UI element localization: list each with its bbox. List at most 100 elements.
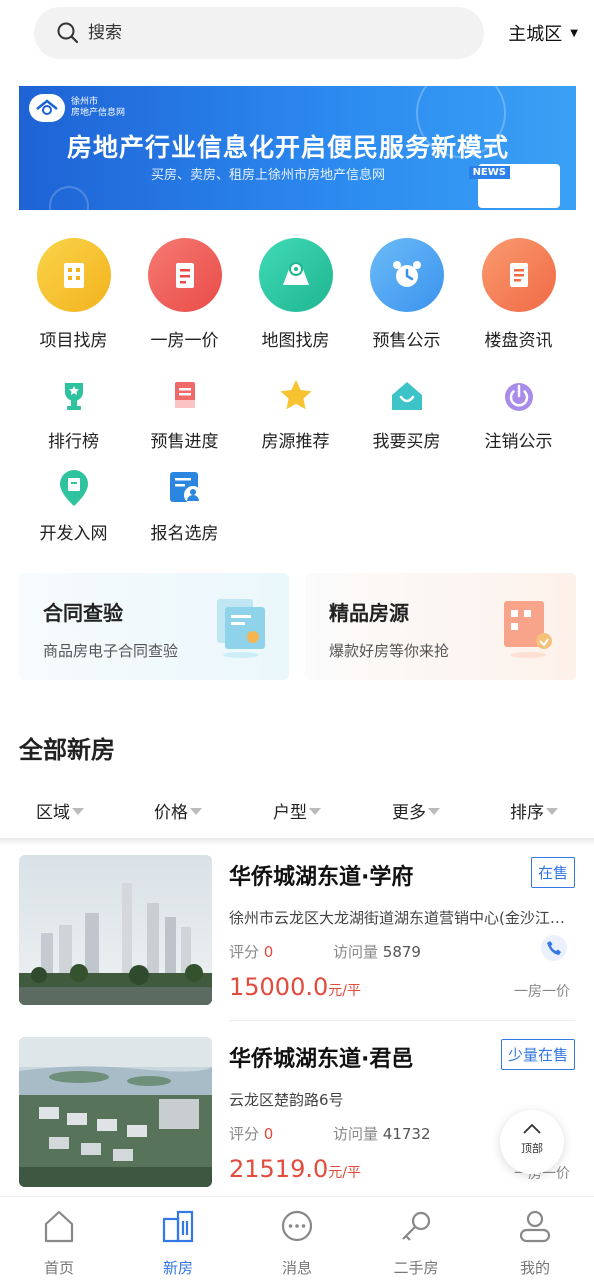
menu-item-one-house-one-price[interactable]: 一房一价 xyxy=(129,238,240,351)
alarm-clock-icon xyxy=(369,238,444,312)
listing-photo[interactable] xyxy=(19,855,212,1005)
filter-label: 更多 xyxy=(392,803,426,823)
promo-banner[interactable]: 徐州市 房地产信息网 房地产行业信息化开启便民服务新模式 买房、卖房、租房上徐州… xyxy=(19,86,576,210)
menu-item-label: 楼盘资讯 xyxy=(484,331,553,351)
visits-value: 5879 xyxy=(382,943,421,961)
price-unit: 元/平 xyxy=(328,983,361,999)
dropdown-arrow-icon xyxy=(190,808,202,815)
menu-item-label: 项目找房 xyxy=(39,331,108,351)
filter-label: 价格 xyxy=(154,803,188,823)
house-icon xyxy=(387,376,427,416)
top-bar: 主城区 ▼ xyxy=(0,0,594,70)
menu-item-presale-progress[interactable]: 预售进度 xyxy=(129,376,240,452)
menu-item-label: 地图找房 xyxy=(261,331,330,351)
listing-name[interactable]: 华侨城湖东道·学府 xyxy=(229,859,413,891)
score-value: 0 xyxy=(263,943,274,961)
menu-item-presale-notice[interactable]: 预售公示 xyxy=(351,238,462,351)
visits-value: 41732 xyxy=(382,1125,431,1143)
listing-score: 评分 0 xyxy=(229,1123,273,1144)
filter-bar: 区域 价格 户型 更多 排序 xyxy=(0,788,594,834)
back-to-top-button[interactable]: 顶部 xyxy=(500,1110,564,1174)
price-unit: 元/平 xyxy=(328,1165,361,1181)
back-to-top-label: 顶部 xyxy=(521,1142,543,1155)
building-icon xyxy=(36,238,111,312)
filter-more[interactable]: 更多 xyxy=(392,798,440,823)
listing-price: 15000.0元/平 xyxy=(229,973,361,1001)
map-icon xyxy=(258,238,333,312)
menu-item-label: 排行榜 xyxy=(48,432,99,452)
menu-item-map-search[interactable]: 地图找房 xyxy=(240,238,351,351)
filter-sort[interactable]: 排序 xyxy=(510,798,558,823)
filter-label: 排序 xyxy=(510,803,544,823)
listing-score: 评分 0 xyxy=(229,941,273,962)
building-card-icon xyxy=(504,601,552,658)
listing-name[interactable]: 华侨城湖东道·君邑 xyxy=(229,1041,413,1073)
building-icon xyxy=(162,1210,194,1243)
city-selector-label: 主城区 xyxy=(508,24,563,45)
price-value: 21519.0 xyxy=(229,1155,329,1183)
banner-headline: 房地产行业信息化开启便民服务新模式 xyxy=(67,133,510,162)
search-icon xyxy=(57,22,79,44)
menu-item-recommended[interactable]: 房源推荐 xyxy=(240,376,351,452)
visits-label: 访问量 xyxy=(333,1125,379,1143)
menu-item-buy-house[interactable]: 我要买房 xyxy=(351,376,462,452)
listing-photo[interactable] xyxy=(19,1037,212,1187)
map-pin-icon xyxy=(54,468,94,508)
star-icon xyxy=(276,376,316,416)
menu-item-developer-join[interactable]: 开发入网 xyxy=(18,468,129,544)
filter-price[interactable]: 价格 xyxy=(154,798,202,823)
price-value: 15000.0 xyxy=(229,973,329,1001)
price-list-icon xyxy=(147,238,222,312)
nav-messages[interactable]: 消息 xyxy=(238,1207,356,1278)
divider xyxy=(229,1020,575,1021)
nav-label: 消息 xyxy=(281,1259,312,1277)
nav-label: 首页 xyxy=(43,1259,74,1277)
listing-address: 徐州市云龙区大龙湖街道湖东道营销中心(金沙江路与创业路交汇处) xyxy=(229,909,574,927)
search-input[interactable] xyxy=(88,23,448,43)
menu-item-ranking[interactable]: 排行榜 xyxy=(18,376,129,452)
card-title: 精品房源 xyxy=(329,601,409,625)
score-value: 0 xyxy=(263,1125,274,1143)
score-label: 评分 xyxy=(229,943,260,961)
nav-profile[interactable]: 我的 xyxy=(476,1207,594,1278)
chevron-up-icon xyxy=(500,1122,564,1138)
visits-label: 访问量 xyxy=(333,943,379,961)
main-menu: 项目找房 一房一价 地图找房 预售公示 楼盘资讯 xyxy=(0,238,594,358)
listing-card[interactable]: 华侨城湖东道·学府 在售 徐州市云龙区大龙湖街道湖东道营销中心(金沙江路与创业路… xyxy=(0,855,594,1025)
site-logo: 徐州市 房地产信息网 xyxy=(29,94,125,122)
card-subtitle: 爆款好房等你来抢 xyxy=(329,642,450,660)
city-selector[interactable]: 主城区 ▼ xyxy=(508,20,578,46)
logo-line1: 徐州市 xyxy=(71,97,99,107)
score-label: 评分 xyxy=(229,1125,260,1143)
nav-label: 新房 xyxy=(162,1259,193,1277)
filter-label: 区域 xyxy=(36,803,70,823)
menu-item-registration[interactable]: 报名选房 xyxy=(129,468,240,544)
document-icon xyxy=(165,376,205,416)
listing-visits: 访问量 5879 xyxy=(333,941,421,962)
filter-layout[interactable]: 户型 xyxy=(273,798,321,823)
divider xyxy=(0,838,594,846)
menu-item-property-news[interactable]: 楼盘资讯 xyxy=(463,238,574,351)
nav-second-hand[interactable]: 二手房 xyxy=(357,1207,475,1278)
phone-icon[interactable] xyxy=(541,935,567,961)
menu-item-label: 一房一价 xyxy=(150,331,219,351)
card-title: 合同查验 xyxy=(43,601,123,625)
filter-region[interactable]: 区域 xyxy=(36,798,84,823)
caret-down-icon: ▼ xyxy=(570,27,578,39)
logo-icon xyxy=(29,94,65,122)
user-icon xyxy=(519,1210,551,1243)
menu-item-label: 注销公示 xyxy=(484,432,553,452)
nav-new-homes[interactable]: 新房 xyxy=(119,1207,237,1278)
menu-item-project-search[interactable]: 项目找房 xyxy=(18,238,129,351)
menu-item-cancellation-notice[interactable]: 注销公示 xyxy=(463,376,574,452)
nav-home[interactable]: 首页 xyxy=(0,1207,118,1278)
dropdown-arrow-icon xyxy=(428,808,440,815)
dropdown-arrow-icon xyxy=(72,808,84,815)
contract-verification-card[interactable]: 合同查验 商品房电子合同查验 xyxy=(19,573,289,680)
news-icon xyxy=(481,238,556,312)
status-badge: 在售 xyxy=(530,857,575,888)
key-icon xyxy=(402,1211,431,1241)
banner-decoration xyxy=(49,186,89,210)
search-bar[interactable] xyxy=(34,7,484,59)
premium-listings-card[interactable]: 精品房源 爆款好房等你来抢 xyxy=(305,573,576,680)
